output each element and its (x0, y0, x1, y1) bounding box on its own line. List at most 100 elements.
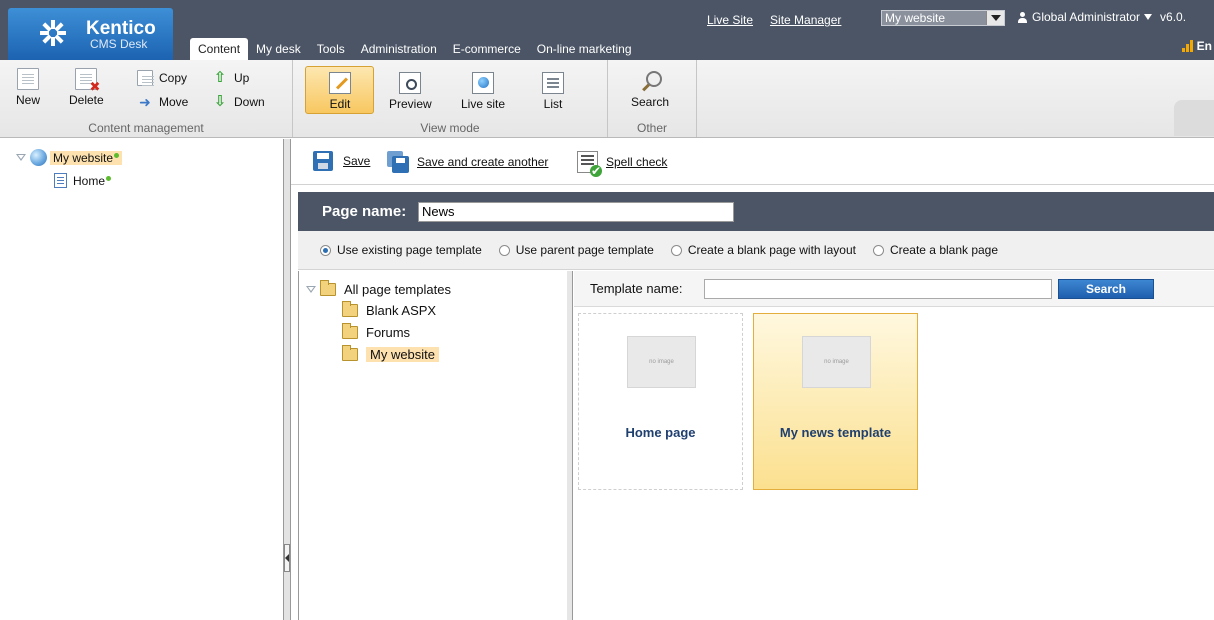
version-label: v6.0. (1160, 10, 1187, 24)
radio-use-parent-template[interactable]: Use parent page template (498, 243, 654, 257)
template-category-label: Blank ASPX (366, 303, 437, 318)
logo[interactable]: Kentico CMS Desk (8, 8, 173, 60)
spell-check-label: Spell check (606, 155, 668, 169)
down-label: Down (234, 95, 265, 109)
user-name: Global Administrator (1032, 10, 1141, 24)
page-name-bar: Page name: News (298, 192, 1214, 231)
move-button[interactable]: ➜ Move (137, 94, 188, 110)
tab-online-marketing[interactable]: On-line marketing (529, 38, 640, 60)
main-tabs: Content My desk Tools Administration E-c… (190, 38, 640, 60)
tab-e-commerce[interactable]: E-commerce (445, 38, 529, 60)
top-header: Kentico CMS Desk Live Site Site Manager … (0, 0, 1214, 60)
template-card-title: My news template (779, 425, 892, 440)
group-label-content-management: Content management (88, 121, 204, 135)
up-button[interactable]: ⇧ Up (212, 70, 250, 86)
delete-document-icon (75, 68, 100, 93)
content-tree: My website Home (0, 139, 283, 620)
radio-checked-icon[interactable] (320, 244, 331, 256)
new-button[interactable]: New (16, 68, 40, 107)
save-and-create-another-button[interactable]: Save and create another (387, 151, 548, 173)
preview-button[interactable]: Preview (389, 72, 432, 111)
template-category-blank-aspx[interactable]: Blank ASPX (342, 301, 437, 318)
tab-my-desk[interactable]: My desk (248, 38, 309, 60)
radio-icon[interactable] (872, 244, 884, 256)
search-button[interactable]: Search (631, 70, 669, 109)
folder-icon (320, 280, 336, 296)
folder-icon (342, 323, 358, 339)
tab-administration[interactable]: Administration (353, 38, 445, 60)
move-label: Move (159, 95, 189, 109)
group-label-view-mode: View mode (420, 121, 480, 135)
radio-icon[interactable] (670, 244, 682, 256)
template-category-my-website[interactable]: My website (342, 345, 440, 362)
template-category-forums[interactable]: Forums (342, 323, 411, 340)
radio-icon[interactable] (498, 244, 510, 256)
preview-label: Preview (389, 97, 432, 111)
spell-check-button[interactable]: Spell check (577, 151, 668, 177)
tree-item-my-website[interactable]: My website (16, 149, 123, 166)
template-category-label: Forums (366, 325, 411, 340)
list-button[interactable]: List (542, 72, 564, 111)
copy-icon (137, 70, 154, 86)
template-name-label: Template name: (590, 281, 683, 296)
collapse-handle-icon[interactable] (284, 544, 290, 572)
up-label: Up (234, 71, 250, 85)
copy-button[interactable]: Copy (137, 70, 187, 86)
radio-use-existing-template[interactable]: Use existing page template (320, 243, 482, 257)
delete-button[interactable]: Delete (69, 68, 104, 107)
tab-tools[interactable]: Tools (309, 38, 353, 60)
template-card-home-page[interactable]: no image Home page (578, 313, 743, 490)
move-arrow-icon: ➜ (139, 94, 151, 110)
website-globe-icon (30, 149, 47, 166)
down-button[interactable]: ⇩ Down (212, 94, 265, 110)
live-site-link[interactable]: Live Site (707, 13, 753, 27)
group-view-mode: Edit Preview Live site List View mode (293, 60, 608, 137)
expand-icon[interactable] (306, 285, 316, 294)
radio-blank-with-layout[interactable]: Create a blank page with layout (670, 243, 856, 257)
save-label: Save (343, 154, 371, 168)
template-tree-root-label: All page templates (344, 282, 451, 297)
user-icon (1017, 11, 1028, 23)
radio-blank-page[interactable]: Create a blank page (872, 243, 999, 257)
user-menu[interactable]: Global Administrator v6.0. (1017, 10, 1186, 24)
expand-icon[interactable] (16, 153, 26, 162)
pane-splitter[interactable] (283, 139, 291, 620)
edit-icon (329, 72, 351, 94)
page-name-label: Page name: (322, 203, 407, 220)
tree-home-label: Home (73, 174, 112, 188)
language-selector[interactable]: En (1181, 39, 1212, 53)
live-site-button[interactable]: Live site (461, 72, 505, 111)
delete-label: Delete (69, 93, 104, 107)
ribbon-corner (1174, 100, 1214, 136)
group-label-other: Other (636, 121, 667, 135)
save-button[interactable]: Save (313, 151, 370, 171)
radio-label: Use parent page template (515, 243, 654, 257)
caret-down-icon (1144, 14, 1153, 20)
page-name-input[interactable]: News (418, 202, 734, 222)
template-mode-options: Use existing page template Use parent pa… (298, 231, 1214, 270)
folder-icon (342, 345, 358, 361)
template-name-input[interactable] (704, 279, 1052, 299)
template-thumbnail: no image (627, 336, 696, 388)
edit-button[interactable]: Edit (329, 72, 351, 111)
save-and-create-label: Save and create another (417, 155, 549, 169)
page-icon (54, 173, 67, 188)
copy-label: Copy (159, 71, 188, 85)
site-select[interactable]: My website (881, 10, 1005, 26)
template-card-my-news-template[interactable]: no image My news template (753, 313, 918, 490)
radio-label: Create a blank page (889, 243, 999, 257)
tree-item-home[interactable]: Home (54, 173, 112, 188)
site-manager-link[interactable]: Site Manager (770, 13, 841, 27)
chevron-down-icon[interactable] (986, 11, 1004, 25)
template-tree-root[interactable]: All page templates (306, 280, 451, 297)
search-icon (639, 70, 663, 92)
published-dot-icon (106, 175, 112, 181)
published-dot-icon (114, 152, 120, 158)
template-search-button[interactable]: Search (1058, 279, 1154, 299)
template-category-tree: All page templates Blank ASPX Forums My … (298, 271, 571, 620)
new-label: New (16, 93, 41, 107)
globe-icon (472, 72, 495, 94)
list-icon (542, 72, 564, 94)
arrow-down-icon: ⇩ (213, 93, 227, 110)
tab-content[interactable]: Content (190, 38, 249, 60)
